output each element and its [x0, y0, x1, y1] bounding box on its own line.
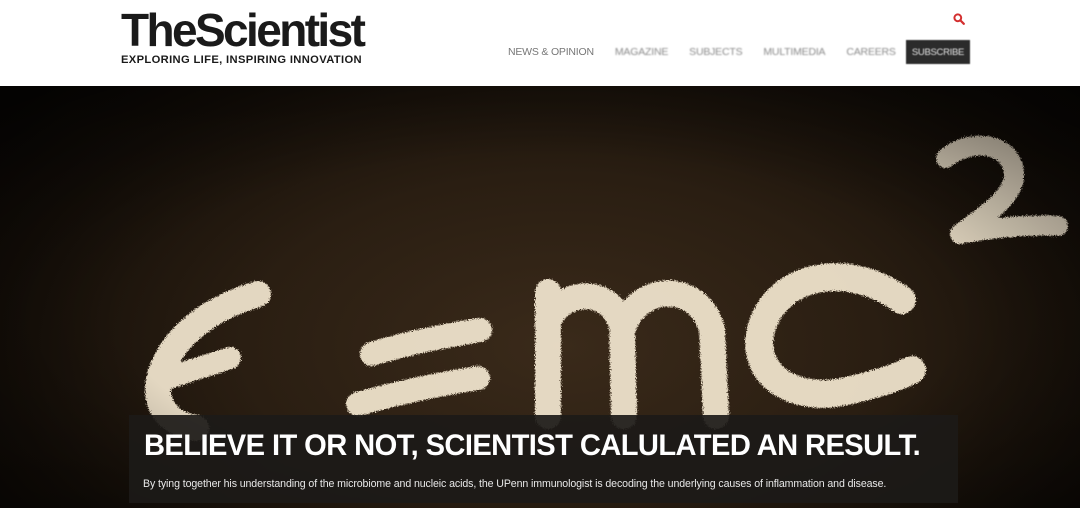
search-button[interactable] [949, 9, 969, 29]
nav-magazine[interactable]: MAGAZINE [615, 40, 668, 64]
hero-caption: BELIEVE IT OR NOT, SCIENTIST CALULATED A… [129, 415, 958, 503]
site-logo[interactable]: TheScientist EXPLORING LIFE, INSPIRING I… [121, 6, 396, 68]
search-icon [953, 13, 965, 25]
nav-subjects[interactable]: SUBJECTS [689, 40, 742, 64]
hero-banner[interactable]: BELIEVE IT OR NOT, SCIENTIST CALULATED A… [0, 86, 1080, 508]
hero-headline[interactable]: BELIEVE IT OR NOT, SCIENTIST CALULATED A… [144, 429, 930, 463]
logo-tagline: EXPLORING LIFE, INSPIRING INNOVATION [121, 54, 362, 66]
site-header: TheScientist EXPLORING LIFE, INSPIRING I… [0, 0, 1080, 86]
main-nav: NEWS & OPINION MAGAZINE SUBJECTS MULTIME… [508, 40, 917, 64]
nav-multimedia[interactable]: MULTIMEDIA [763, 40, 825, 64]
subscribe-button[interactable]: SUBSCRIBE [906, 40, 970, 64]
nav-careers[interactable]: CAREERS [846, 40, 896, 64]
nav-news-opinion[interactable]: NEWS & OPINION [508, 40, 594, 64]
hero-summary: By tying together his understanding of t… [143, 478, 887, 490]
logo-wordmark: TheScientist [121, 4, 366, 56]
